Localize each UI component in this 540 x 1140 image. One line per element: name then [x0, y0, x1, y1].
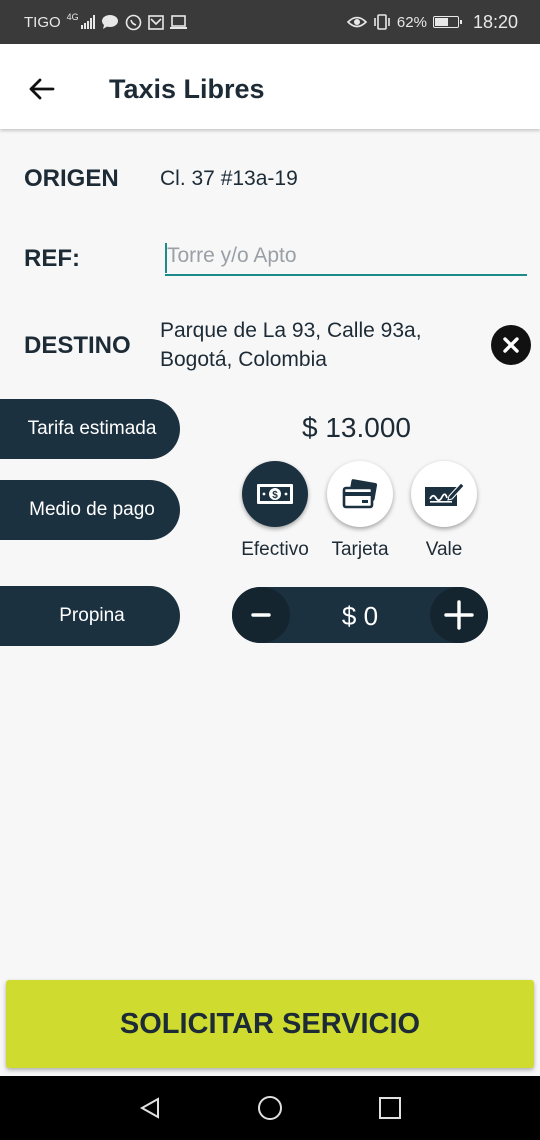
tip-increase-button[interactable]	[430, 587, 488, 643]
arrow-left-icon	[29, 78, 55, 100]
destination-label: DESTINO	[24, 332, 131, 359]
chat-icon	[101, 15, 118, 29]
network-label: 4G	[66, 12, 79, 22]
screen-icon	[169, 14, 187, 29]
text-cursor	[165, 243, 167, 273]
payment-option-card[interactable]	[327, 461, 393, 527]
tip-value: $ 0	[341, 601, 379, 631]
ref-input[interactable]	[165, 238, 527, 276]
card-icon	[342, 479, 378, 509]
vibrate-icon	[374, 14, 390, 30]
svg-text:$: $	[272, 490, 278, 501]
request-service-button[interactable]: SOLICITAR SERVICIO	[6, 980, 534, 1068]
eye-icon	[346, 16, 367, 28]
destination-line-1: Parque de La 93, Calle 93a,	[160, 319, 422, 342]
payment-option-cash[interactable]: $	[242, 461, 308, 527]
whatsapp-icon	[125, 14, 141, 30]
payment-option-voucher[interactable]	[411, 461, 477, 527]
tip-decrease-button[interactable]	[232, 587, 290, 643]
payment-label-voucher: Vale	[425, 539, 463, 560]
tip-stepper: $ 0	[232, 587, 488, 643]
recents-square-icon	[379, 1097, 401, 1119]
plus-icon	[444, 600, 474, 630]
status-right: 62% 18:20	[346, 11, 518, 33]
destination-line-2: Bogotá, Colombia	[160, 348, 327, 371]
app-bar: Taxis Libres	[0, 44, 540, 129]
origin-label: ORIGEN	[24, 165, 119, 192]
battery-percent: 62%	[396, 13, 427, 31]
close-icon	[503, 337, 519, 353]
back-triangle-icon	[139, 1097, 159, 1119]
destination-value[interactable]: Parque de La 93, Calle 93a, Bogotá, Colo…	[160, 316, 422, 374]
nav-recents-button[interactable]	[374, 1092, 406, 1124]
carrier-label: TIGO	[24, 13, 61, 31]
payment-label-pill: Medio de pago	[0, 480, 180, 540]
nav-back-button[interactable]	[134, 1092, 166, 1124]
fare-value: $ 13.000	[302, 412, 411, 443]
mail-icon	[147, 14, 164, 30]
clock: 18:20	[472, 11, 518, 32]
clear-destination-button[interactable]	[491, 325, 531, 365]
back-button[interactable]	[22, 70, 60, 108]
payment-label-card: Tarjeta	[331, 539, 389, 560]
status-left: TIGO 4G	[24, 12, 187, 31]
origin-value[interactable]: Cl. 37 #13a-19	[160, 164, 298, 193]
voucher-icon	[425, 482, 465, 506]
cash-icon: $	[257, 484, 293, 504]
payment-label-cash: Efectivo	[241, 539, 309, 560]
battery-icon	[432, 16, 462, 28]
signal-icon	[80, 15, 95, 29]
page-title: Taxis Libres	[109, 74, 265, 104]
system-nav-bar	[0, 1076, 540, 1140]
minus-icon	[251, 613, 271, 617]
home-circle-icon	[258, 1096, 282, 1120]
fare-label-pill: Tarifa estimada	[0, 399, 180, 459]
status-bar: TIGO 4G 62% 18:20	[0, 0, 540, 44]
ref-label: REF:	[24, 245, 80, 272]
nav-home-button[interactable]	[254, 1092, 286, 1124]
tip-label-pill: Propina	[0, 586, 180, 646]
